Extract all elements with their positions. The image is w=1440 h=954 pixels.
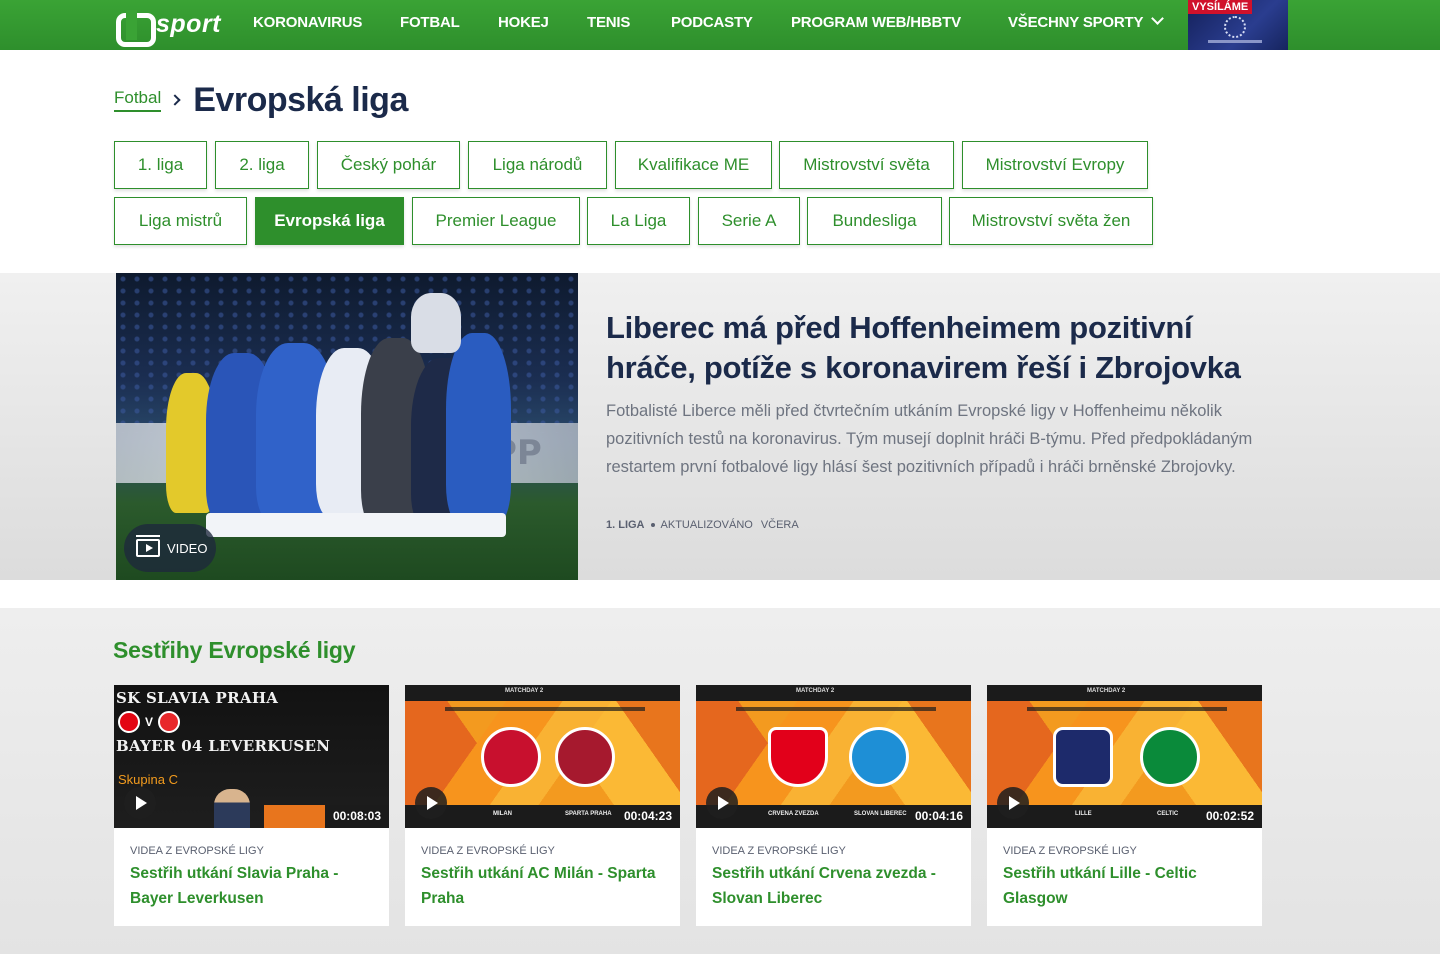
thumbnail-stripe — [1027, 707, 1227, 711]
card-title[interactable]: Sestřih utkání Slavia Praha - Bayer Leve… — [130, 861, 375, 911]
thumbnail-lower-third — [264, 805, 334, 828]
tab-la-liga[interactable]: La Liga — [587, 197, 690, 245]
ac-milan-crest-icon — [481, 727, 541, 787]
breadcrumb-parent-link[interactable]: Fotbal — [114, 88, 162, 112]
video-duration: 00:08:03 — [324, 805, 389, 828]
tab-1-liga[interactable]: 1. liga — [114, 141, 207, 189]
tab-2-liga[interactable]: 2. liga — [215, 141, 309, 189]
away-team-label: CELTIC — [1157, 811, 1179, 817]
thumbnail-stripe — [445, 707, 645, 711]
breadcrumb: Fotbal Evropská liga — [114, 80, 408, 120]
tab-serie-a[interactable]: Serie A — [698, 197, 800, 245]
meta-dot — [650, 523, 655, 527]
thumbnail-presenter — [214, 789, 250, 828]
top-nav: sport KORONAVIRUS FOTBAL HOKEJ TENIS POD… — [0, 0, 1440, 50]
nav-item-koronavirus[interactable]: KORONAVIRUS — [253, 0, 362, 46]
nav-item-vsechny-sporty[interactable]: VŠECHNY SPORTY — [1008, 0, 1165, 46]
matchday-label: MATCHDAY 2 — [505, 688, 544, 694]
home-team-label: LILLE — [1075, 811, 1092, 817]
card-category: VIDEA Z EVROPSKÉ LIGY — [712, 845, 846, 857]
video-duration: 00:04:23 — [615, 805, 680, 828]
card-category: VIDEA Z EVROPSKÉ LIGY — [130, 845, 264, 857]
card-category: VIDEA Z EVROPSKÉ LIGY — [1003, 845, 1137, 857]
hero-updated-label: AKTUALIZOVÁNO — [660, 519, 753, 531]
matchday-label: MATCHDAY 2 — [796, 688, 835, 694]
video-card[interactable]: MATCHDAY 2 MILAN SPARTA PRAHA 00:04:23 V… — [405, 685, 680, 926]
home-team-label: CRVENA ZVEZDA — [768, 811, 819, 817]
video-card[interactable]: MATCHDAY 2 LILLE CELTIC 00:02:52 VIDEA Z… — [987, 685, 1262, 926]
card-title[interactable]: Sestřih utkání AC Milán - Sparta Praha — [421, 861, 666, 911]
video-duration: 00:02:52 — [1197, 805, 1262, 828]
hero-perex: Fotbalisté Liberce měli před čtvrtečním … — [606, 402, 1253, 476]
chevron-down-icon — [1151, 12, 1165, 25]
tab-mistrovstvi-evropy[interactable]: Mistrovství Evropy — [962, 141, 1148, 189]
matchday-label: MATCHDAY 2 — [1087, 688, 1126, 694]
thumbnail-away-team: BAYER 04 LEVERKUSEN — [116, 737, 331, 755]
tab-mistrovstvi-sveta[interactable]: Mistrovství světa — [779, 141, 954, 189]
live-thumbnail-caption — [1208, 40, 1262, 43]
live-label: VYSÍLÁME — [1188, 0, 1253, 14]
play-icon[interactable] — [415, 787, 447, 819]
nav-item-vsechny-sporty-label: VŠECHNY SPORTY — [1008, 14, 1144, 31]
page-title: Evropská liga — [193, 80, 408, 119]
live-broadcast-thumbnail[interactable]: VYSÍLÁME — [1188, 0, 1288, 50]
video-thumbnail[interactable]: MATCHDAY 2 CRVENA ZVEZDA SLOVAN LIBEREC … — [696, 685, 971, 828]
card-title[interactable]: Sestřih utkání Lille - Celtic Glasgow — [1003, 861, 1248, 911]
sparta-praha-crest-icon — [555, 727, 615, 787]
celtic-crest-icon — [1140, 727, 1200, 787]
nav-item-podcasty[interactable]: PODCASTY — [671, 0, 753, 46]
thumbnail-stripe — [736, 707, 936, 711]
lille-crest-icon — [1053, 727, 1113, 787]
nav-item-tenis[interactable]: TENIS — [587, 0, 630, 46]
slavia-crest-icon — [118, 711, 140, 733]
video-duration: 00:04:16 — [906, 805, 971, 828]
video-thumbnail[interactable]: MATCHDAY 2 MILAN SPARTA PRAHA 00:04:23 — [405, 685, 680, 828]
video-card[interactable]: SK SLAVIA PRAHA V BAYER 04 LEVERKUSEN Sk… — [114, 685, 389, 926]
nav-item-hokej[interactable]: HOKEJ — [498, 0, 549, 46]
video-thumbnail[interactable]: MATCHDAY 2 LILLE CELTIC 00:02:52 — [987, 685, 1262, 828]
play-icon[interactable] — [706, 787, 738, 819]
leverkusen-crest-icon — [158, 711, 180, 733]
hero-meta: 1. LIGA AKTUALIZOVÁNO VČERA — [606, 519, 799, 531]
card-title[interactable]: Sestřih utkání Crvena zvezda - Slovan Li… — [712, 861, 957, 911]
hero-title[interactable]: Liberec má před Hoffenheimem pozitivní h… — [606, 308, 1266, 388]
section-title[interactable]: Sestřihy Evropské ligy — [113, 637, 356, 664]
thumbnail-group: Skupina C — [118, 772, 178, 787]
video-badge-label: VIDEO — [167, 540, 208, 556]
nav-item-fotbal[interactable]: FOTBAL — [400, 0, 460, 46]
video-card[interactable]: MATCHDAY 2 CRVENA ZVEZDA SLOVAN LIBEREC … — [696, 685, 971, 926]
tab-kvalifikace-me[interactable]: Kvalifikace ME — [615, 141, 772, 189]
tab-mistrovstvi-sveta-zen[interactable]: Mistrovství světa žen — [949, 197, 1153, 245]
video-badge[interactable]: VIDEO — [124, 524, 216, 572]
slovan-liberec-crest-icon — [849, 727, 909, 787]
tab-bundesliga[interactable]: Bundesliga — [807, 197, 942, 245]
card-category: VIDEA Z EVROPSKÉ LIGY — [421, 845, 555, 857]
chevron-right-icon — [169, 94, 181, 106]
home-team-label: MILAN — [493, 811, 512, 817]
nav-item-program[interactable]: PROGRAM WEB/HBBTV — [791, 0, 961, 46]
hero-updated-time: VČERA — [760, 519, 799, 531]
away-team-label: SLOVAN LIBEREC — [854, 811, 907, 817]
away-team-label: SPARTA PRAHA — [565, 811, 612, 817]
logo-text: sport — [156, 9, 221, 38]
tab-liga-mistru[interactable]: Liga mistrů — [114, 197, 247, 245]
tab-liga-narodu[interactable]: Liga národů — [468, 141, 607, 189]
ct-logo-icon — [114, 9, 156, 47]
hero-category[interactable]: 1. LIGA — [606, 519, 645, 531]
champions-league-ball-icon — [1224, 16, 1246, 38]
thumbnail-versus: V — [145, 715, 154, 729]
video-icon — [136, 535, 160, 557]
thumbnail-home-team: SK SLAVIA PRAHA — [116, 689, 279, 707]
video-thumbnail[interactable]: SK SLAVIA PRAHA V BAYER 04 LEVERKUSEN Sk… — [114, 685, 389, 828]
tab-evropska-liga[interactable]: Evropská liga — [255, 197, 404, 245]
ct-sport-logo[interactable]: sport — [114, 8, 221, 47]
players-celebrating — [166, 293, 536, 563]
play-icon[interactable] — [124, 787, 156, 819]
play-icon[interactable] — [997, 787, 1029, 819]
tab-premier-league[interactable]: Premier League — [412, 197, 580, 245]
crvena-zvezda-crest-icon — [768, 727, 828, 787]
tab-cesky-pohar[interactable]: Český pohár — [317, 141, 460, 189]
